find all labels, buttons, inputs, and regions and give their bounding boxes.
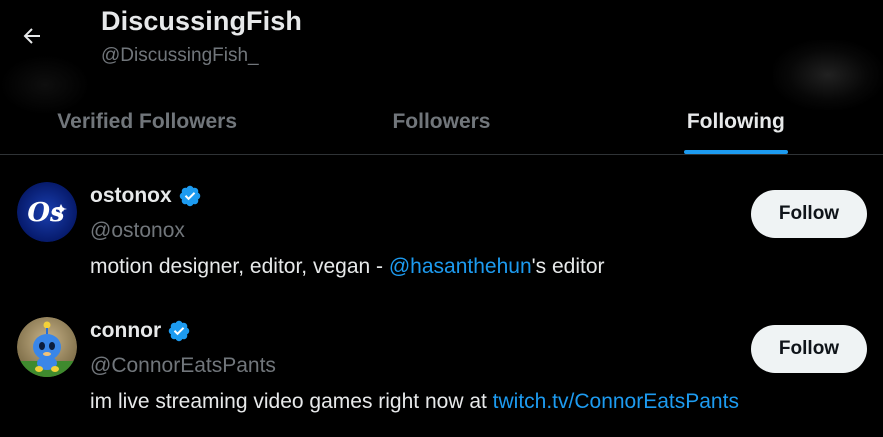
user-handle: @ostonox xyxy=(90,219,185,242)
arrow-left-icon xyxy=(23,28,40,44)
bio-mention-link[interactable]: @hasanthehun xyxy=(389,255,532,278)
svg-text:Os: Os xyxy=(27,198,65,228)
following-page: DiscussingFish @DiscussingFish_ Verified… xyxy=(0,0,883,437)
active-tab-indicator xyxy=(683,150,788,154)
tab-followers[interactable]: Followers xyxy=(294,90,588,154)
user-handle: @ConnorEatsPants xyxy=(90,354,276,377)
back-button[interactable] xyxy=(12,16,52,56)
follow-tabs: Verified Followers Followers Following xyxy=(0,90,883,155)
profile-name: DiscussingFish xyxy=(101,6,302,36)
bio-text: 's editor xyxy=(531,255,605,278)
user-display-name[interactable]: connor xyxy=(90,319,161,343)
tab-verified-followers[interactable]: Verified Followers xyxy=(0,90,294,154)
user-bio: im live streaming video games right now … xyxy=(90,390,739,414)
tab-label: Verified Followers xyxy=(57,110,238,133)
tab-label: Followers xyxy=(392,110,491,133)
user-bio: motion designer, editor, vegan - @hasant… xyxy=(90,255,605,279)
avatar[interactable]: Os xyxy=(17,182,77,242)
user-name-line: ostonox xyxy=(90,184,202,208)
profile-handle: @DiscussingFish_ xyxy=(101,45,259,66)
tab-following[interactable]: Following xyxy=(589,90,883,154)
profile-header: DiscussingFish @DiscussingFish_ xyxy=(0,0,883,115)
verified-badge-icon[interactable] xyxy=(167,319,191,343)
bio-text: motion designer, editor, vegan - xyxy=(90,255,389,278)
bio-text: im live streaming video games right now … xyxy=(90,390,493,413)
bio-url-link[interactable]: twitch.tv/ConnorEatsPants xyxy=(493,390,739,413)
avatar[interactable] xyxy=(17,317,77,377)
user-cell[interactable]: connor @ConnorEatsPants im live streamin… xyxy=(0,291,883,427)
user-name-line: connor xyxy=(90,319,191,343)
follow-button[interactable]: Follow xyxy=(751,325,867,373)
verified-badge-icon[interactable] xyxy=(178,184,202,208)
tab-label: Following xyxy=(686,110,785,133)
follow-button[interactable]: Follow xyxy=(751,190,867,238)
connor-avatar-image xyxy=(17,317,77,377)
ostonox-avatar-image: Os xyxy=(17,182,77,242)
user-cell[interactable]: Os ostonox @ostonox motion designer, edi… xyxy=(0,156,883,292)
user-display-name[interactable]: ostonox xyxy=(90,184,172,208)
